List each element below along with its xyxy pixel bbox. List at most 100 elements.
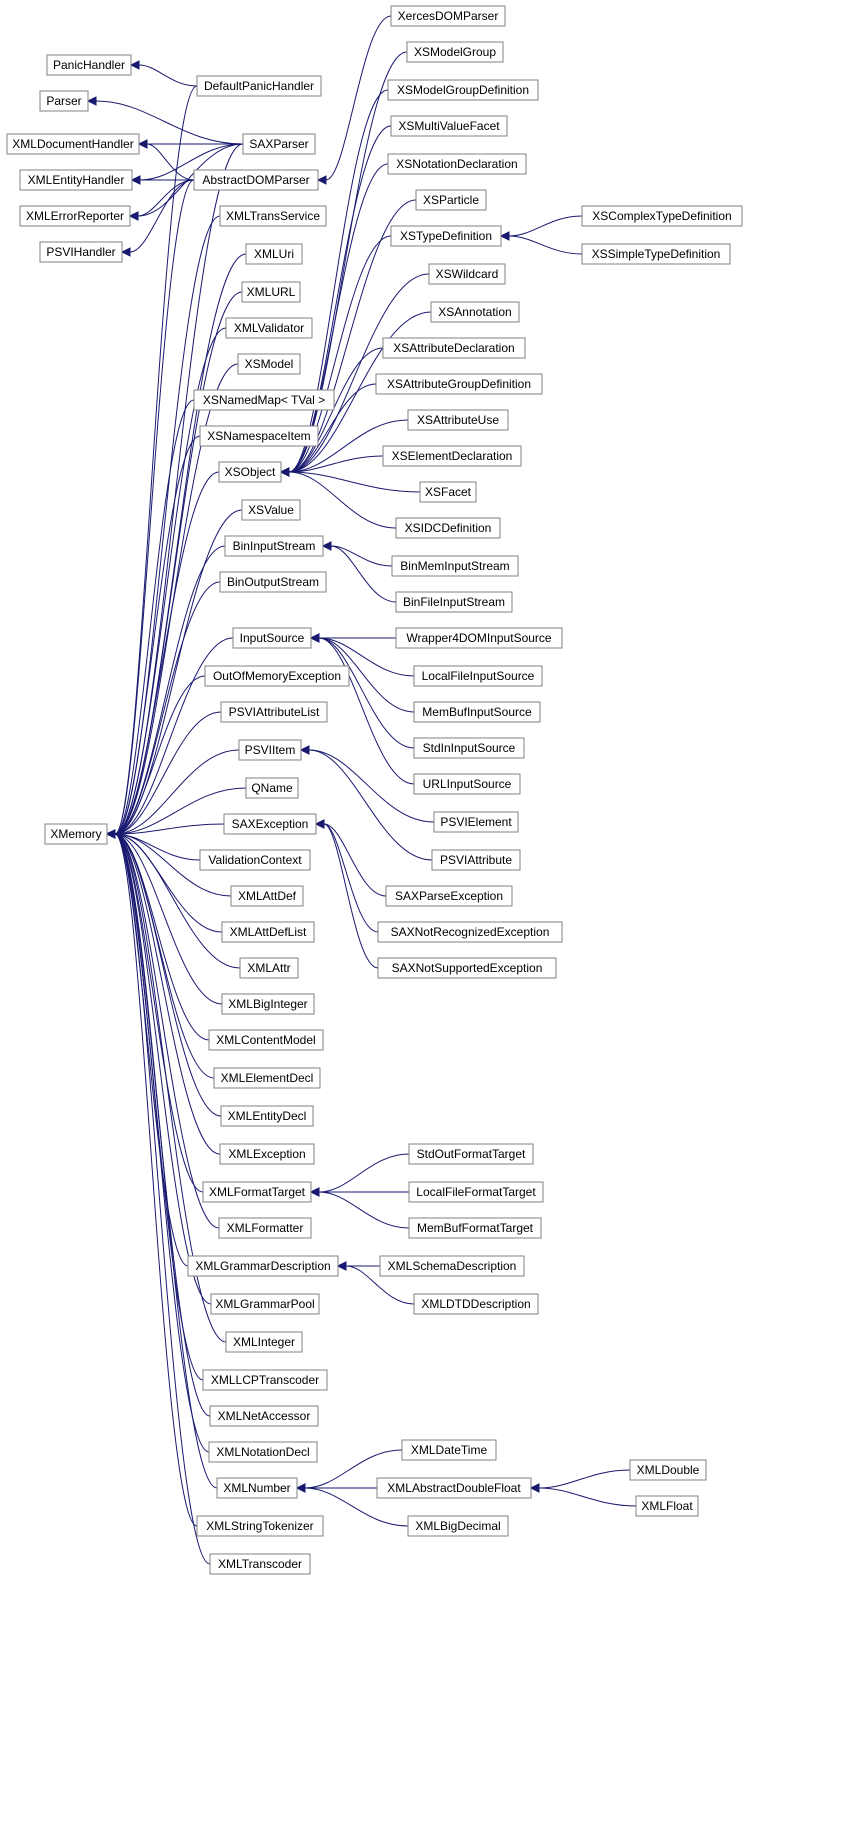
class-node[interactable]: PSVIItem bbox=[239, 740, 301, 760]
class-label[interactable]: XMLStringTokenizer bbox=[206, 1519, 313, 1533]
class-label[interactable]: PSVIAttributeList bbox=[229, 705, 320, 719]
class-label[interactable]: PSVIAttribute bbox=[440, 853, 512, 867]
class-label[interactable]: XMLFloat bbox=[641, 1499, 693, 1513]
class-node[interactable]: XMLEntityHandler bbox=[20, 170, 132, 190]
class-label[interactable]: SAXParser bbox=[249, 137, 308, 151]
class-node[interactable]: XMLURL bbox=[242, 282, 300, 302]
class-node[interactable]: SAXParser bbox=[243, 134, 315, 154]
class-label[interactable]: XSComplexTypeDefinition bbox=[592, 209, 731, 223]
class-node[interactable]: XSNotationDeclaration bbox=[388, 154, 526, 174]
class-node[interactable]: XSIDCDefinition bbox=[396, 518, 500, 538]
class-label[interactable]: XMLBigDecimal bbox=[415, 1519, 500, 1533]
class-label[interactable]: XSIDCDefinition bbox=[405, 521, 492, 535]
class-node[interactable]: XSValue bbox=[242, 500, 300, 520]
class-label[interactable]: BinOutputStream bbox=[227, 575, 319, 589]
class-label[interactable]: XMLInteger bbox=[233, 1335, 295, 1349]
class-node[interactable]: XMemory bbox=[45, 824, 107, 844]
class-label[interactable]: XMLEntityHandler bbox=[28, 173, 125, 187]
class-node[interactable]: InputSource bbox=[233, 628, 311, 648]
class-node[interactable]: URLInputSource bbox=[414, 774, 520, 794]
class-label[interactable]: XMLFormatTarget bbox=[209, 1185, 306, 1199]
class-label[interactable]: XSNamespaceItem bbox=[207, 429, 310, 443]
class-label[interactable]: Parser bbox=[46, 94, 81, 108]
class-label[interactable]: PSVIHandler bbox=[46, 245, 115, 259]
class-label[interactable]: XMLAttDef bbox=[238, 889, 297, 903]
class-node[interactable]: XMLEntityDecl bbox=[221, 1106, 313, 1126]
class-label[interactable]: XMLFormatter bbox=[227, 1221, 304, 1235]
class-label[interactable]: XSValue bbox=[248, 503, 294, 517]
class-label[interactable]: XMLGrammarPool bbox=[215, 1297, 314, 1311]
class-label[interactable]: XMemory bbox=[50, 827, 101, 841]
class-label[interactable]: XMLURL bbox=[247, 285, 296, 299]
class-label[interactable]: ValidationContext bbox=[208, 853, 302, 867]
class-node[interactable]: DefaultPanicHandler bbox=[197, 76, 321, 96]
class-node[interactable]: XSSimpleTypeDefinition bbox=[582, 244, 730, 264]
class-label[interactable]: BinFileInputStream bbox=[403, 595, 505, 609]
class-node[interactable]: XMLStringTokenizer bbox=[197, 1516, 323, 1536]
class-node[interactable]: BinOutputStream bbox=[220, 572, 326, 592]
class-label[interactable]: XMLDouble bbox=[637, 1463, 700, 1477]
class-node[interactable]: XMLDateTime bbox=[402, 1440, 496, 1460]
class-label[interactable]: XSFacet bbox=[425, 485, 472, 499]
class-node[interactable]: XSAttributeUse bbox=[408, 410, 508, 430]
class-node[interactable]: PanicHandler bbox=[47, 55, 131, 75]
class-label[interactable]: XMLSchemaDescription bbox=[388, 1259, 517, 1273]
class-node[interactable]: XSNamespaceItem bbox=[200, 426, 318, 446]
class-label[interactable]: BinInputStream bbox=[233, 539, 316, 553]
class-node[interactable]: StdInInputSource bbox=[414, 738, 524, 758]
class-label[interactable]: XSObject bbox=[225, 465, 276, 479]
class-node[interactable]: XMLFloat bbox=[636, 1496, 698, 1516]
class-label[interactable]: XSModelGroupDefinition bbox=[397, 83, 529, 97]
class-node[interactable]: XMLSchemaDescription bbox=[380, 1256, 524, 1276]
class-node[interactable]: MemBufInputSource bbox=[414, 702, 540, 722]
class-node[interactable]: XMLUri bbox=[246, 244, 302, 264]
class-label[interactable]: XSNamedMap< TVal > bbox=[203, 393, 325, 407]
class-label[interactable]: XMLException bbox=[228, 1147, 305, 1161]
class-node[interactable]: XSFacet bbox=[420, 482, 476, 502]
class-node[interactable]: XMLNotationDecl bbox=[209, 1442, 317, 1462]
class-label[interactable]: SAXNotSupportedException bbox=[392, 961, 543, 975]
class-node[interactable]: XMLDTDDescription bbox=[414, 1294, 538, 1314]
class-label[interactable]: SAXNotRecognizedException bbox=[391, 925, 550, 939]
class-node[interactable]: XSModel bbox=[238, 354, 300, 374]
class-node[interactable]: XSNamedMap< TVal > bbox=[194, 390, 334, 410]
class-node[interactable]: XSAttributeDeclaration bbox=[383, 338, 525, 358]
class-node[interactable]: PSVIElement bbox=[434, 812, 518, 832]
class-label[interactable]: XMLTranscoder bbox=[218, 1557, 302, 1571]
class-label[interactable]: InputSource bbox=[240, 631, 305, 645]
class-node[interactable]: XMLElementDecl bbox=[214, 1068, 320, 1088]
class-node[interactable]: LocalFileInputSource bbox=[414, 666, 542, 686]
class-node[interactable]: Parser bbox=[40, 91, 88, 111]
class-label[interactable]: XMLDocumentHandler bbox=[12, 137, 133, 151]
class-label[interactable]: XSModel bbox=[245, 357, 294, 371]
class-label[interactable]: XMLContentModel bbox=[216, 1033, 315, 1047]
class-label[interactable]: XSParticle bbox=[423, 193, 479, 207]
class-label[interactable]: XMLElementDecl bbox=[221, 1071, 314, 1085]
class-node[interactable]: XMLNumber bbox=[217, 1478, 297, 1498]
class-node[interactable]: XMLTransService bbox=[220, 206, 326, 226]
class-label[interactable]: XMLGrammarDescription bbox=[195, 1259, 330, 1273]
class-label[interactable]: XMLUri bbox=[254, 247, 294, 261]
class-node[interactable]: XMLTranscoder bbox=[210, 1554, 310, 1574]
class-label[interactable]: XSAnnotation bbox=[438, 305, 511, 319]
class-label[interactable]: XSWildcard bbox=[436, 267, 499, 281]
class-node[interactable]: PSVIHandler bbox=[40, 242, 122, 262]
class-label[interactable]: XSAttributeGroupDefinition bbox=[387, 377, 531, 391]
class-label[interactable]: XMLAttDefList bbox=[230, 925, 307, 939]
class-label[interactable]: XSAttributeDeclaration bbox=[393, 341, 514, 355]
class-node[interactable]: XMLInteger bbox=[226, 1332, 302, 1352]
class-node[interactable]: XSTypeDefinition bbox=[391, 226, 501, 246]
class-node[interactable]: XMLFormatter bbox=[219, 1218, 311, 1238]
class-label[interactable]: XMLDTDDescription bbox=[421, 1297, 530, 1311]
class-node[interactable]: Wrapper4DOMInputSource bbox=[396, 628, 562, 648]
class-label[interactable]: Wrapper4DOMInputSource bbox=[406, 631, 552, 645]
class-node[interactable]: LocalFileFormatTarget bbox=[409, 1182, 543, 1202]
class-node[interactable]: XMLAttr bbox=[240, 958, 298, 978]
class-node[interactable]: XMLAttDefList bbox=[222, 922, 314, 942]
class-node[interactable]: ValidationContext bbox=[200, 850, 310, 870]
class-node[interactable]: XSComplexTypeDefinition bbox=[582, 206, 742, 226]
class-node[interactable]: XMLDouble bbox=[630, 1460, 706, 1480]
class-node[interactable]: SAXNotRecognizedException bbox=[378, 922, 562, 942]
class-label[interactable]: PanicHandler bbox=[53, 58, 125, 72]
class-label[interactable]: XMLEntityDecl bbox=[228, 1109, 307, 1123]
